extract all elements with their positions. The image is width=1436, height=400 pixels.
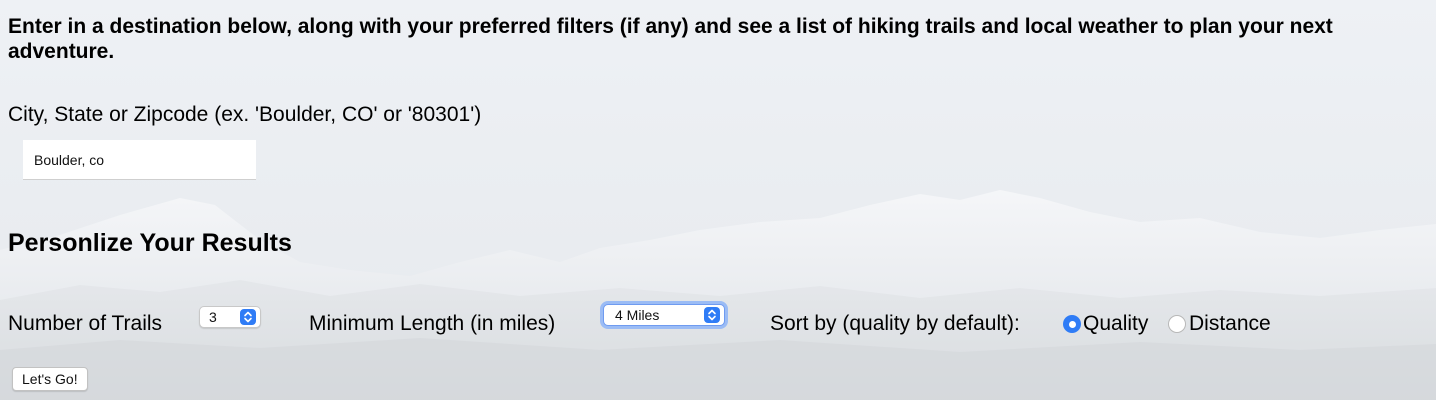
sort-quality-label: Quality: [1083, 312, 1149, 335]
location-label: City, State or Zipcode (ex. 'Boulder, CO…: [8, 103, 482, 126]
sort-distance-radio[interactable]: [1168, 315, 1186, 333]
num-trails-select[interactable]: 3: [199, 306, 261, 328]
min-length-value: 4 Miles: [615, 307, 660, 323]
lets-go-button[interactable]: Let's Go!: [12, 367, 88, 391]
location-input[interactable]: [23, 140, 256, 180]
select-arrows-icon: [704, 307, 720, 323]
select-arrows-icon: [240, 309, 256, 325]
personalize-title: Personlize Your Results: [8, 229, 292, 257]
sort-quality-radio[interactable]: [1063, 315, 1081, 333]
num-trails-label: Number of Trails: [8, 312, 163, 335]
num-trails-value: 3: [209, 309, 217, 325]
min-length-select[interactable]: 4 Miles: [603, 304, 725, 326]
min-length-label: Minimum Length (in miles): [309, 312, 556, 335]
sort-distance-label: Distance: [1189, 312, 1271, 335]
sort-label: Sort by (quality by default):: [770, 312, 1020, 335]
intro-text: Enter in a destination below, along with…: [8, 15, 1333, 63]
